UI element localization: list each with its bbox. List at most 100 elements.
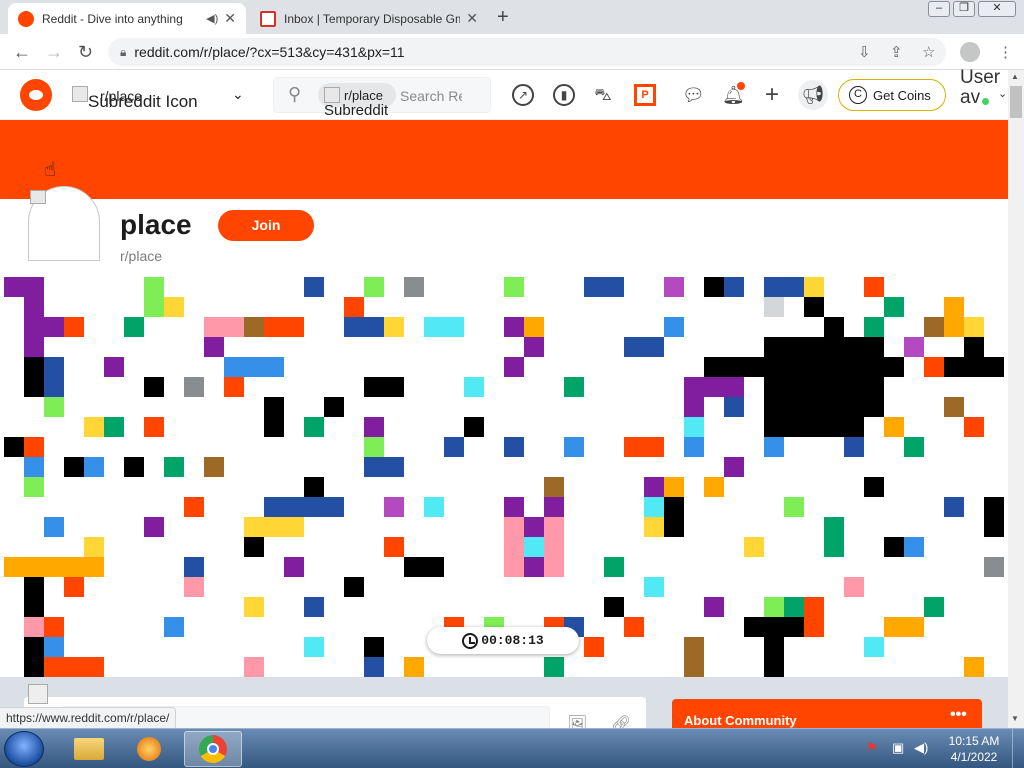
canvas-pixel[interactable] — [64, 577, 84, 597]
canvas-pixel[interactable] — [764, 597, 784, 617]
canvas-pixel[interactable] — [724, 357, 744, 377]
canvas-pixel[interactable] — [784, 597, 804, 617]
canvas-pixel[interactable] — [764, 657, 784, 677]
canvas-pixel[interactable] — [44, 357, 64, 377]
canvas-pixel[interactable] — [964, 337, 984, 357]
canvas-pixel[interactable] — [764, 297, 784, 317]
canvas-pixel[interactable] — [244, 517, 264, 537]
canvas-pixel[interactable] — [504, 437, 524, 457]
canvas-pixel[interactable] — [464, 377, 484, 397]
canvas-pixel[interactable] — [244, 357, 264, 377]
canvas-pixel[interactable] — [624, 617, 644, 637]
canvas-pixel[interactable] — [864, 637, 884, 657]
canvas-pixel[interactable] — [284, 497, 304, 517]
canvas-pixel[interactable] — [544, 537, 564, 557]
canvas-pixel[interactable] — [364, 657, 384, 677]
get-coins-button[interactable]: C Get Coins — [838, 79, 946, 111]
canvas-pixel[interactable] — [704, 357, 724, 377]
canvas-pixel[interactable] — [144, 297, 164, 317]
canvas-pixel[interactable] — [304, 417, 324, 437]
taskbar-media-player[interactable] — [122, 731, 176, 767]
reload-icon[interactable]: ↻ — [78, 42, 93, 63]
canvas-pixel[interactable] — [844, 337, 864, 357]
canvas-pixel[interactable] — [784, 397, 804, 417]
canvas-pixel[interactable] — [524, 517, 544, 537]
canvas-pixel[interactable] — [384, 317, 404, 337]
canvas-pixel[interactable] — [104, 357, 124, 377]
canvas-pixel[interactable] — [304, 597, 324, 617]
canvas-pixel[interactable] — [724, 397, 744, 417]
canvas-pixel[interactable] — [344, 577, 364, 597]
canvas-pixel[interactable] — [624, 437, 644, 457]
canvas-pixel[interactable] — [884, 617, 904, 637]
canvas-pixel[interactable] — [884, 297, 904, 317]
canvas-pixel[interactable] — [184, 497, 204, 517]
canvas-pixel[interactable] — [944, 297, 964, 317]
canvas-pixel[interactable] — [684, 637, 704, 657]
canvas-pixel[interactable] — [824, 377, 844, 397]
canvas-pixel[interactable] — [784, 277, 804, 297]
canvas-pixel[interactable] — [824, 517, 844, 537]
canvas-pixel[interactable] — [44, 557, 64, 577]
canvas-pixel[interactable] — [944, 497, 964, 517]
canvas-pixel[interactable] — [304, 637, 324, 657]
canvas-pixel[interactable] — [784, 377, 804, 397]
canvas-pixel[interactable] — [684, 397, 704, 417]
canvas-pixel[interactable] — [784, 617, 804, 637]
canvas-pixel[interactable] — [984, 497, 1004, 517]
canvas-pixel[interactable] — [524, 317, 544, 337]
canvas-pixel[interactable] — [84, 457, 104, 477]
canvas-pixel[interactable] — [4, 277, 24, 297]
canvas-pixel[interactable] — [724, 457, 744, 477]
canvas-pixel[interactable] — [84, 557, 104, 577]
canvas-pixel[interactable] — [304, 277, 324, 297]
canvas-pixel[interactable] — [704, 377, 724, 397]
canvas-pixel[interactable] — [964, 357, 984, 377]
canvas-pixel[interactable] — [684, 417, 704, 437]
canvas-pixel[interactable] — [144, 377, 164, 397]
canvas-pixel[interactable] — [424, 557, 444, 577]
canvas-pixel[interactable] — [544, 557, 564, 577]
canvas-pixel[interactable] — [644, 337, 664, 357]
popular-icon[interactable]: ↗ — [512, 84, 534, 106]
canvas-pixel[interactable] — [844, 397, 864, 417]
install-icon[interactable]: ⇩ — [858, 43, 871, 61]
canvas-pixel[interactable] — [524, 537, 544, 557]
canvas-pixel[interactable] — [724, 377, 744, 397]
canvas-pixel[interactable] — [904, 617, 924, 637]
canvas-pixel[interactable] — [784, 357, 804, 377]
canvas-pixel[interactable] — [504, 557, 524, 577]
join-button[interactable]: Join — [218, 210, 314, 241]
canvas-pixel[interactable] — [424, 317, 444, 337]
canvas-pixel[interactable] — [764, 277, 784, 297]
user-avatar-alt-text[interactable]: User av — [960, 68, 1000, 108]
canvas-pixel[interactable] — [784, 337, 804, 357]
canvas-pixel[interactable] — [764, 357, 784, 377]
canvas-pixel[interactable] — [504, 357, 524, 377]
canvas-pixel[interactable] — [4, 437, 24, 457]
canvas-pixel[interactable] — [864, 397, 884, 417]
start-button[interactable] — [4, 731, 44, 767]
canvas-pixel[interactable] — [804, 417, 824, 437]
close-tab-icon[interactable]: ✕ — [224, 10, 236, 27]
chevron-down-icon[interactable]: ⌄ — [998, 87, 1007, 100]
canvas-pixel[interactable] — [264, 417, 284, 437]
canvas-pixel[interactable] — [764, 437, 784, 457]
canvas-pixel[interactable] — [664, 277, 684, 297]
canvas-pixel[interactable] — [504, 517, 524, 537]
canvas-pixel[interactable] — [884, 357, 904, 377]
canvas-pixel[interactable] — [24, 337, 44, 357]
canvas-pixel[interactable] — [204, 317, 224, 337]
canvas-pixel[interactable] — [564, 437, 584, 457]
canvas-pixel[interactable] — [824, 397, 844, 417]
canvas-pixel[interactable] — [584, 637, 604, 657]
canvas-pixel[interactable] — [224, 357, 244, 377]
forward-icon[interactable]: → — [45, 42, 63, 63]
scroll-down-icon[interactable]: ▼ — [1011, 714, 1019, 723]
canvas-pixel[interactable] — [644, 517, 664, 537]
canvas-pixel[interactable] — [184, 557, 204, 577]
place-canvas[interactable] — [0, 271, 1008, 677]
canvas-pixel[interactable] — [84, 417, 104, 437]
canvas-pixel[interactable] — [764, 637, 784, 657]
canvas-pixel[interactable] — [944, 397, 964, 417]
